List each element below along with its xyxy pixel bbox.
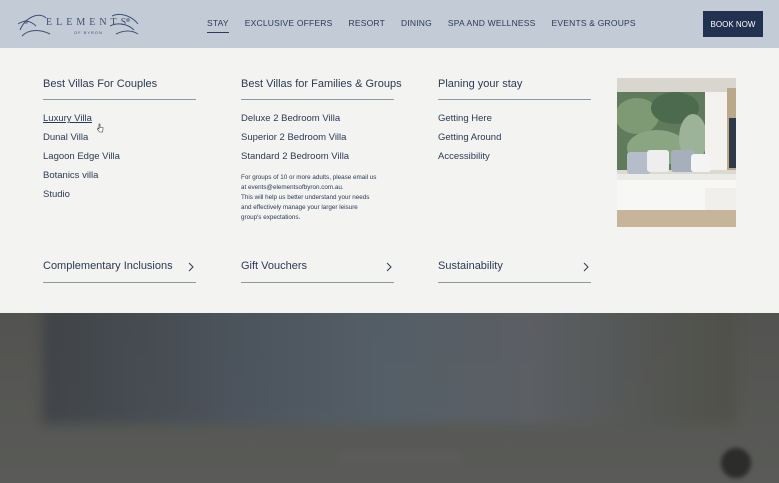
groups-note-line: group's expectations. — [241, 214, 301, 221]
complementary-inclusions-link[interactable]: Complementary Inclusions — [43, 260, 196, 283]
groups-note-line: For groups of 10 or more adults, please … — [241, 174, 377, 181]
families-column-title: Best Villas for Families & Groups — [241, 78, 402, 100]
link-getting-here[interactable]: Getting Here — [438, 112, 591, 131]
chevron-right-icon — [386, 262, 392, 272]
main-nav: STAY EXCLUSIVE OFFERS RESORT DINING SPA … — [207, 18, 652, 33]
link-deluxe-2-bedroom-villa[interactable]: Deluxe 2 Bedroom Villa — [241, 112, 394, 131]
link-luxury-villa-label: Luxury Villa — [43, 113, 92, 124]
link-accessibility[interactable]: Accessibility — [438, 150, 591, 169]
nav-item-resort[interactable]: RESORT — [349, 18, 385, 33]
couples-column-title: Best Villas For Couples — [43, 78, 196, 100]
hand-pointer-icon — [97, 123, 104, 133]
site-logo[interactable]: ELEMENTS OF BYRON — [16, 8, 140, 40]
sustainability-link[interactable]: Sustainability — [438, 260, 591, 283]
link-lagoon-edge-villa[interactable]: Lagoon Edge Villa — [43, 150, 196, 169]
site-header: ELEMENTS OF BYRON STAY EXCLUSIVE OFFERS … — [0, 0, 779, 48]
book-now-button[interactable]: BOOK NOW — [703, 11, 763, 37]
groups-note-line: and effectively manage your larger leisu… — [241, 204, 358, 211]
couples-links: Luxury Villa Dunal Villa Lagoon Edge Vil… — [43, 112, 196, 207]
nav-item-stay[interactable]: STAY — [207, 18, 229, 33]
couples-column: Best Villas For Couples Luxury Villa Dun… — [43, 78, 196, 207]
link-studio[interactable]: Studio — [43, 188, 196, 207]
logo-subtitle: OF BYRON — [74, 30, 103, 35]
link-botanics-villa[interactable]: Botanics villa — [43, 169, 196, 188]
gift-vouchers-link[interactable]: Gift Vouchers — [241, 260, 394, 283]
link-getting-around[interactable]: Getting Around — [438, 131, 591, 150]
nav-item-exclusive-offers[interactable]: EXCLUSIVE OFFERS — [245, 18, 333, 33]
bedroom-image — [617, 78, 736, 227]
nav-item-events-groups[interactable]: EVENTS & GROUPS — [552, 18, 636, 33]
planning-column: Planing your stay Getting Here Getting A… — [438, 78, 591, 169]
blurred-caption — [340, 452, 460, 462]
gift-vouchers-label: Gift Vouchers — [241, 260, 308, 272]
planning-column-title: Planing your stay — [438, 78, 591, 100]
nav-item-dining[interactable]: DINING — [401, 18, 432, 33]
chat-widget-button[interactable] — [721, 448, 751, 478]
sustainability-label: Sustainability — [438, 260, 503, 272]
planning-links: Getting Here Getting Around Accessibilit… — [438, 112, 591, 169]
stay-mega-menu: Best Villas For Couples Luxury Villa Dun… — [0, 48, 779, 313]
groups-note: For groups of 10 or more adults, please … — [241, 173, 401, 223]
link-superior-2-bedroom-villa[interactable]: Superior 2 Bedroom Villa — [241, 131, 394, 150]
complementary-inclusions-label: Complementary Inclusions — [43, 260, 173, 272]
chevron-right-icon — [188, 262, 194, 272]
groups-note-line: This will help us better understand your… — [241, 194, 370, 201]
blurred-hero-image — [42, 300, 736, 424]
villa-bedroom-photo — [617, 78, 736, 227]
link-standard-2-bedroom-villa[interactable]: Standard 2 Bedroom Villa — [241, 150, 394, 169]
logo-wordmark: ELEMENTS — [46, 17, 131, 28]
nav-item-spa-and-wellness[interactable]: SPA AND WELLNESS — [448, 18, 536, 33]
groups-note-line[interactable]: at events@elementsofbyron.com.au. — [241, 183, 401, 193]
families-links: Deluxe 2 Bedroom Villa Superior 2 Bedroo… — [241, 112, 394, 169]
families-column: Best Villas for Families & Groups Deluxe… — [241, 78, 402, 223]
chevron-right-icon — [583, 262, 589, 272]
link-dunal-villa[interactable]: Dunal Villa — [43, 131, 196, 150]
link-luxury-villa[interactable]: Luxury Villa — [43, 112, 196, 131]
